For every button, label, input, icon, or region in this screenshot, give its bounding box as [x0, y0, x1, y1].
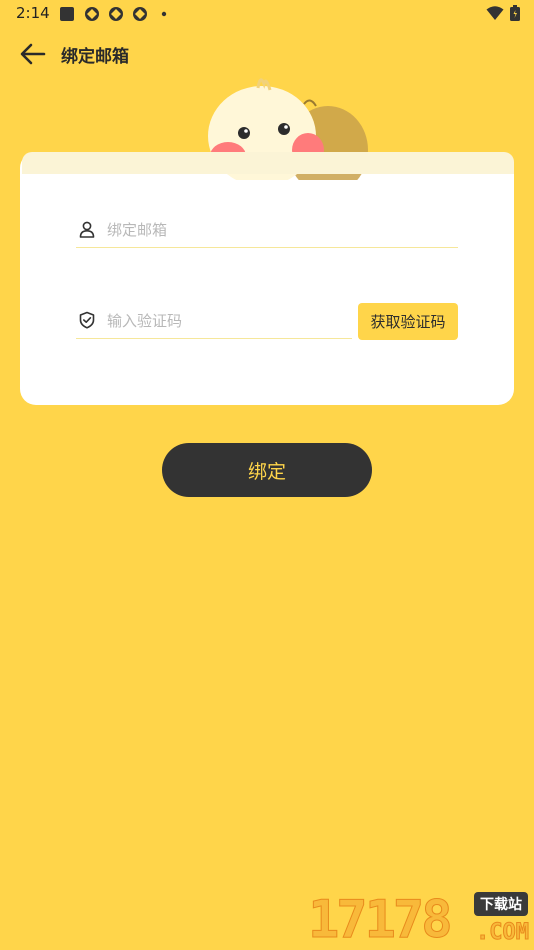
get-code-button[interactable]: 获取验证码	[358, 303, 458, 340]
watermark-domain: .COM	[476, 920, 530, 946]
verification-code-input[interactable]	[105, 307, 351, 335]
card-header-strip	[22, 152, 514, 174]
status-bar: 2:14	[0, 0, 534, 28]
email-field	[76, 213, 458, 248]
shield-check-icon	[79, 311, 95, 329]
status-right	[486, 5, 520, 21]
user-icon	[79, 221, 95, 238]
app-notification-icon	[60, 7, 74, 21]
page-title: 绑定邮箱	[61, 47, 129, 67]
back-button[interactable]	[16, 38, 50, 70]
form-card	[20, 152, 514, 405]
verification-code-field	[76, 304, 352, 339]
arrow-left-icon	[20, 43, 46, 65]
battery-icon	[510, 5, 520, 21]
watermark-number: 17178	[308, 890, 454, 950]
watermark-tag: 下载站	[474, 892, 528, 916]
wifi-icon	[486, 6, 504, 20]
status-time: 2:14	[16, 4, 50, 22]
notification-icon	[109, 7, 123, 21]
bind-button[interactable]: 绑定	[162, 443, 372, 497]
notification-icon	[85, 7, 99, 21]
email-input[interactable]	[105, 216, 457, 244]
watermark-logo: 17178 下载站 .COM	[308, 888, 534, 950]
dot-icon	[161, 11, 167, 17]
notification-icon	[133, 7, 147, 21]
